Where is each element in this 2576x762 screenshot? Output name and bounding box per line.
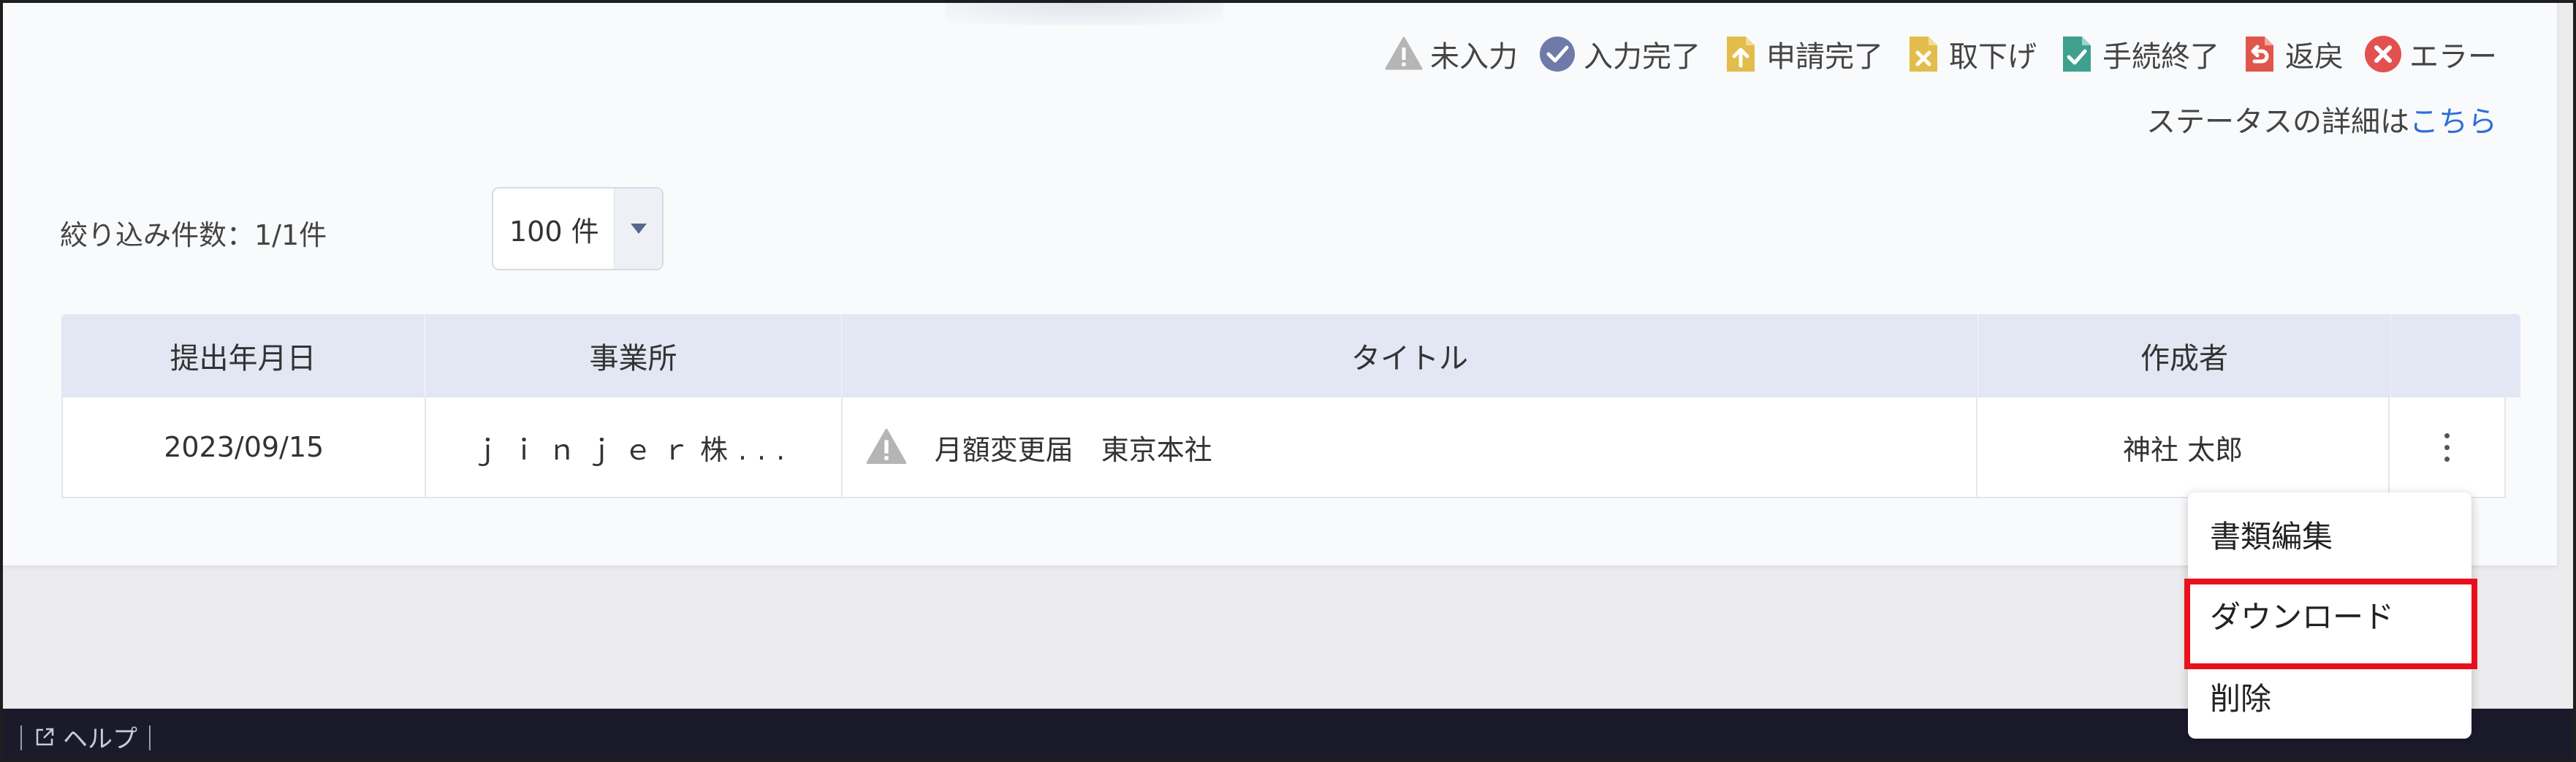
legend-label: 取下げ	[1949, 40, 2037, 74]
cell-title[interactable]: 月額変更届 東京本社	[843, 397, 1977, 497]
legend-label: エラー	[2409, 40, 2497, 74]
help-label: ヘルプ	[63, 725, 137, 754]
legend-procedure-complete: 手続終了	[2056, 33, 2219, 75]
filter-count: 絞り込み件数：1/1件	[60, 219, 327, 251]
header-office[interactable]: 事業所	[425, 314, 842, 397]
legend-withdrawn: 取下げ	[1902, 33, 2037, 75]
legend-label: 返戻	[2285, 40, 2344, 74]
menu-item-download[interactable]: ダウンロード	[2188, 574, 2471, 655]
per-page-select[interactable]: 100 件	[492, 187, 664, 270]
more-vertical-icon[interactable]	[2444, 433, 2450, 462]
legend-applied: 申請完了	[1720, 33, 1883, 75]
complete-doc-icon	[2063, 37, 2091, 72]
warning-triangle-icon	[866, 428, 907, 465]
status-detail-text: ステータスの詳細は	[2146, 105, 2409, 139]
error-circle-icon	[2365, 36, 2401, 72]
legend-error: エラー	[2363, 33, 2497, 75]
cancel-doc-icon	[1910, 37, 1937, 72]
app-window: 未入力 入力完了 申請完了 取下げ 手続終了 返戻 エラー ステータスの詳細はこ…	[0, 0, 2576, 762]
cell-date: 2023/09/15	[63, 397, 427, 497]
cell-office: ｊｉｎｊｅｒ株...	[426, 397, 843, 497]
help-link[interactable]: ヘルプ	[34, 719, 137, 755]
check-circle-icon	[1540, 37, 1575, 72]
legend-input-complete: 入力完了	[1537, 33, 1701, 75]
table-header: 提出年月日 事業所 タイトル 作成者	[61, 314, 2520, 397]
footer-separator: ｜	[9, 725, 34, 754]
legend-label: 入力完了	[1584, 40, 1701, 74]
top-shadow	[946, 3, 1223, 25]
legend-label: 手続終了	[2102, 40, 2219, 74]
header-submit-date[interactable]: 提出年月日	[61, 314, 425, 397]
legend-label: 申請完了	[1766, 40, 1883, 74]
return-doc-icon	[2246, 37, 2273, 72]
footer-separator: ｜	[137, 725, 162, 754]
document-table: 提出年月日 事業所 タイトル 作成者 2023/09/15 ｊｉｎｊｅｒ株...…	[61, 314, 2520, 498]
table-row[interactable]: 2023/09/15 ｊｉｎｊｅｒ株... 月額変更届 東京本社 神社 太郎	[61, 397, 2506, 498]
cell-author: 神社 太郎	[1977, 397, 2390, 497]
legend-returned: 返戻	[2238, 33, 2344, 75]
legend-label: 未入力	[1430, 40, 1518, 74]
menu-item-delete[interactable]: 削除	[2188, 656, 2471, 736]
main-panel: 未入力 入力完了 申請完了 取下げ 手続終了 返戻 エラー ステータスの詳細はこ…	[3, 3, 2557, 565]
status-detail-link[interactable]: こちら	[2409, 105, 2497, 139]
header-author[interactable]: 作成者	[1978, 314, 2391, 397]
header-title[interactable]: タイトル	[842, 314, 1978, 397]
menu-item-edit-document[interactable]: 書類編集	[2188, 494, 2471, 574]
row-action-menu: 書類編集 ダウンロード 削除	[2188, 492, 2471, 739]
per-page-value: 100 件	[509, 215, 599, 248]
warning-triangle-icon	[1385, 37, 1423, 70]
legend-not-entered: 未入力	[1383, 33, 1518, 75]
header-actions	[2391, 314, 2519, 397]
upload-doc-icon	[1727, 37, 1755, 72]
chevron-down-icon[interactable]	[614, 188, 662, 269]
cell-actions	[2390, 397, 2504, 497]
external-link-icon	[36, 728, 54, 745]
status-legend: 未入力 入力完了 申請完了 取下げ 手続終了 返戻 エラー	[1383, 31, 2497, 77]
title-text: 月額変更届 東京本社	[934, 433, 1212, 466]
status-detail-note: ステータスの詳細はこちら	[2146, 98, 2497, 140]
